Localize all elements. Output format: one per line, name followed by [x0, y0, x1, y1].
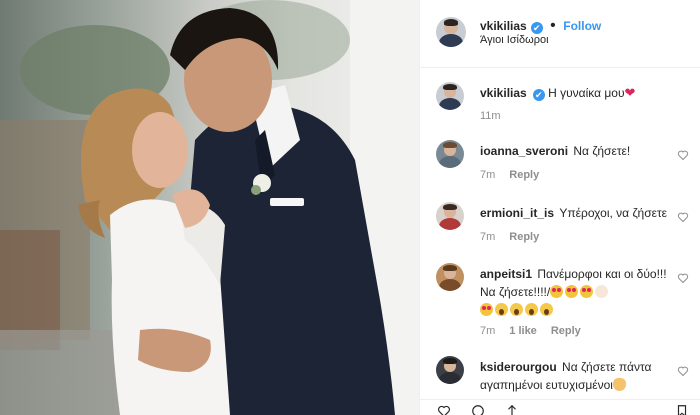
- heart-outline-icon[interactable]: [677, 272, 689, 284]
- follow-button[interactable]: Follow: [563, 19, 601, 33]
- comment-time[interactable]: 7m: [480, 231, 495, 243]
- caption-body: Η γυναίκα μου: [548, 86, 625, 100]
- commenter-avatar[interactable]: [436, 356, 464, 384]
- comment-body: Υπέροχοι, να ζήσετε: [559, 206, 668, 220]
- heart-outline-icon[interactable]: [677, 211, 689, 223]
- share-arrow-icon[interactable]: [502, 404, 522, 415]
- comment-username[interactable]: ioanna_sveroni: [480, 144, 568, 158]
- comment-meta: 7m 1 like Reply: [480, 325, 595, 337]
- comment-username[interactable]: ksiderourgou: [480, 360, 557, 374]
- caption-username[interactable]: vkikilias: [480, 86, 527, 100]
- heart-outline-icon[interactable]: [677, 365, 689, 377]
- scream-emoji: [540, 303, 553, 316]
- comment-meta: 7m Reply: [480, 231, 553, 243]
- author-avatar[interactable]: [436, 17, 466, 47]
- face-emoji: [595, 285, 609, 298]
- heart-eyes-emoji: [565, 285, 579, 298]
- red-heart-icon: ❤: [624, 85, 636, 100]
- comment-username[interactable]: anpeitsi1: [480, 267, 532, 281]
- separator-dot: •: [550, 17, 556, 34]
- heart-eyes-emoji: [480, 303, 493, 316]
- verified-badge-icon: ✔: [530, 22, 543, 34]
- scream-emoji: [525, 303, 538, 316]
- verified-badge-icon: ✔: [532, 89, 545, 101]
- heart-eyes-emoji: [550, 285, 564, 298]
- comment-body: Να ζήσετε!: [573, 144, 631, 158]
- comment-bubble-icon[interactable]: [468, 404, 488, 415]
- comment-time[interactable]: 7m: [480, 169, 495, 181]
- caption-avatar[interactable]: [436, 82, 464, 110]
- reply-button[interactable]: Reply: [551, 325, 581, 337]
- commenter-avatar[interactable]: [436, 263, 464, 291]
- commenter-avatar[interactable]: [436, 140, 464, 168]
- clap-emoji: [612, 378, 626, 391]
- post-photo[interactable]: [0, 0, 419, 415]
- reply-button[interactable]: Reply: [509, 169, 539, 181]
- comment-text: anpeitsi1 Πανέμορφοι και οι δύο!!! Να ζή…: [480, 265, 670, 319]
- author-line: vkikilias ✔ • Follow: [480, 17, 601, 35]
- heart-outline-icon[interactable]: [677, 149, 689, 161]
- comment-username[interactable]: ermioni_it_is: [480, 206, 554, 220]
- comment-text: ksiderourgou Να ζήσετε πάντα αγαπημένοι …: [480, 358, 670, 394]
- action-bar: [420, 399, 700, 415]
- author-username[interactable]: vkikilias: [480, 19, 527, 33]
- scream-emoji: [495, 303, 508, 316]
- comment-text: ermioni_it_is Υπέροχοι, να ζήσετε: [480, 204, 670, 222]
- comment-text: ioanna_sveroni Να ζήσετε!: [480, 142, 670, 160]
- caption-time[interactable]: 11m: [480, 110, 501, 122]
- heart-outline-icon[interactable]: [434, 404, 454, 415]
- caption-text: vkikilias ✔ Η γυναίκα μου❤: [480, 84, 670, 102]
- wedding-couple-photo: [0, 0, 419, 415]
- comments-list[interactable]: vkikilias ✔ Η γυναίκα μου❤ 11m ioanna_sve…: [420, 69, 700, 399]
- reply-button[interactable]: Reply: [509, 231, 539, 243]
- commenter-avatar[interactable]: [436, 202, 464, 230]
- likes-count[interactable]: 1 like: [509, 325, 537, 337]
- caption-meta: 11m: [480, 110, 515, 122]
- post-header: vkikilias ✔ • Follow Άγιοι Ισίδωροι: [420, 0, 700, 68]
- scream-emoji: [510, 303, 523, 316]
- heart-eyes-emoji: [580, 285, 594, 298]
- bookmark-icon[interactable]: [672, 404, 692, 415]
- location-link[interactable]: Άγιοι Ισίδωροι: [480, 34, 549, 46]
- comment-time[interactable]: 7m: [480, 325, 495, 337]
- post-sidebar: vkikilias ✔ • Follow Άγιοι Ισίδωροι vkiki…: [419, 0, 700, 415]
- comment-meta: 7m Reply: [480, 169, 553, 181]
